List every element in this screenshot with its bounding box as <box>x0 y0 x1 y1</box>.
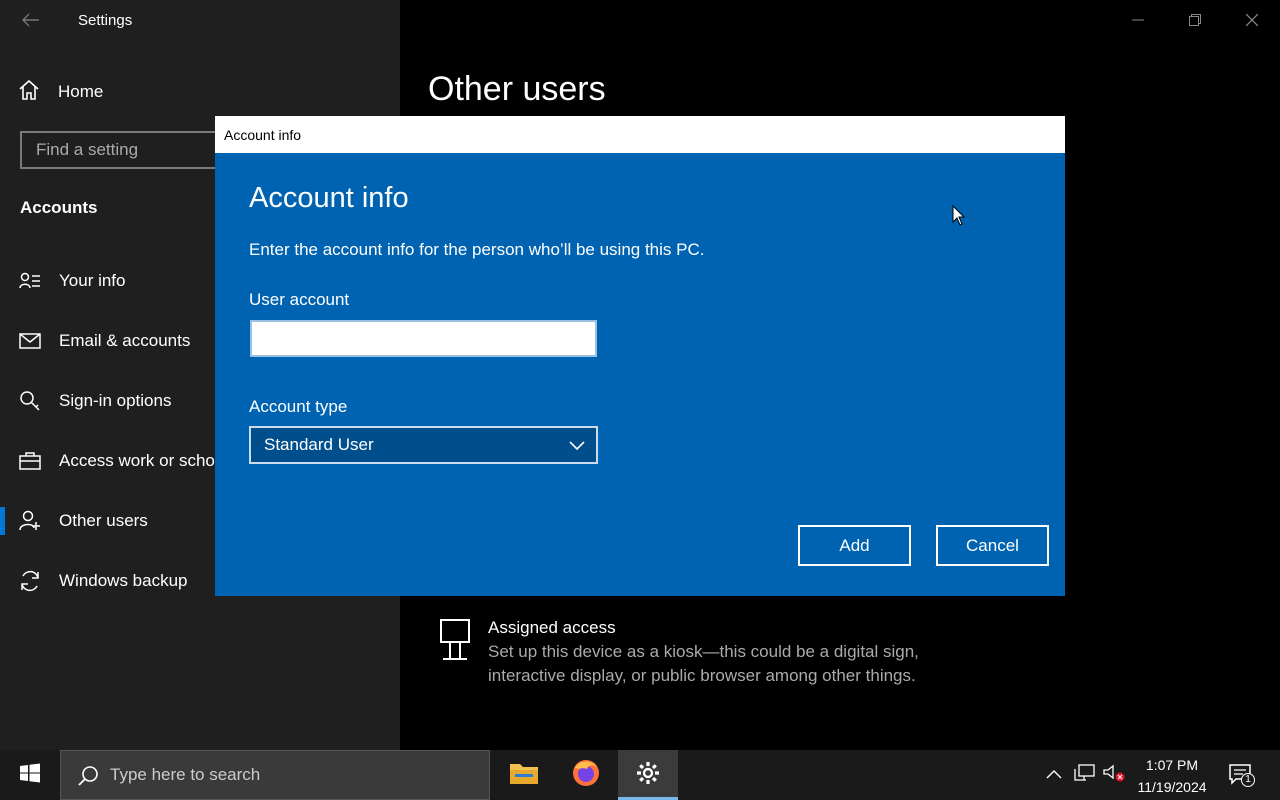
find-setting-input[interactable]: Find a setting <box>20 131 240 169</box>
sidebar-item-label: Other users <box>59 511 148 530</box>
person-add-icon <box>18 509 42 533</box>
home-icon <box>18 79 40 106</box>
action-center-button[interactable]: 1 <box>1224 750 1258 800</box>
mouse-cursor-icon <box>952 204 966 227</box>
briefcase-icon <box>18 449 42 473</box>
account-type-label: Account type <box>249 397 348 416</box>
taskbar-file-explorer[interactable] <box>494 750 554 800</box>
taskbar-search-placeholder: Type here to search <box>110 765 261 784</box>
gear-icon <box>635 760 661 791</box>
taskbar: Type here to search 1:07 PM 11/19/2024 1 <box>0 750 1280 800</box>
settings-window: Settings Home Find a setting Accounts Yo… <box>0 0 1280 750</box>
folder-icon <box>509 760 539 791</box>
restore-button[interactable] <box>1166 0 1223 40</box>
back-arrow-icon[interactable] <box>18 8 44 32</box>
account-type-select[interactable]: Standard User <box>249 426 598 464</box>
dialog-description: Enter the account info for the person wh… <box>249 240 705 259</box>
add-button[interactable]: Add <box>798 525 911 566</box>
sidebar-item-label: Windows backup <box>59 571 188 590</box>
assigned-access-title: Assigned access <box>488 618 616 637</box>
chevron-up-icon <box>1046 766 1062 784</box>
find-setting-placeholder: Find a setting <box>36 140 139 159</box>
minimize-button[interactable] <box>1109 0 1166 40</box>
nav-home-label: Home <box>58 82 104 101</box>
key-icon <box>18 389 42 413</box>
user-account-input[interactable] <box>250 320 597 357</box>
start-button[interactable] <box>0 750 60 800</box>
volume-tray-button[interactable] <box>1101 750 1127 800</box>
chevron-down-icon <box>568 437 586 453</box>
network-icon <box>1074 763 1096 787</box>
page-title: Other users <box>428 70 606 108</box>
clock-time: 1:07 PM <box>1145 757 1199 773</box>
search-icon <box>77 765 99 787</box>
network-tray-button[interactable] <box>1072 750 1098 800</box>
close-button[interactable] <box>1223 0 1280 40</box>
taskbar-search-box[interactable]: Type here to search <box>60 750 490 800</box>
assigned-access-description: Set up this device as a kiosk—this could… <box>488 642 919 685</box>
show-hidden-icons-button[interactable] <box>1043 750 1065 800</box>
user-account-label: User account <box>249 290 350 309</box>
firefox-icon <box>571 758 601 793</box>
notification-icon: 1 <box>1228 763 1255 787</box>
window-controls <box>1109 0 1280 40</box>
clock-date: 11/19/2024 <box>1137 779 1207 795</box>
taskbar-clock[interactable]: 1:07 PM 11/19/2024 <box>1128 754 1216 798</box>
notification-count-badge: 1 <box>1241 773 1255 787</box>
taskbar-settings[interactable] <box>618 750 678 800</box>
taskbar-firefox[interactable] <box>556 750 616 800</box>
dialog-heading: Account info <box>249 182 409 214</box>
sidebar-item-label: Email & accounts <box>59 331 191 350</box>
mail-icon <box>18 329 42 353</box>
account-info-dialog: Account info Account info Enter the acco… <box>215 116 1065 596</box>
app-title: Settings <box>78 12 133 29</box>
nav-home[interactable]: Home <box>18 78 103 106</box>
dialog-titlebar: Account info <box>215 116 1065 153</box>
cancel-button[interactable]: Cancel <box>936 525 1049 566</box>
windows-logo-icon <box>20 763 40 788</box>
person-list-icon <box>18 269 42 293</box>
sidebar-item-label: Access work or school <box>59 451 229 470</box>
sync-icon <box>18 569 42 593</box>
volume-muted-icon <box>1102 763 1126 788</box>
sidebar-item-label: Sign-in options <box>59 391 172 410</box>
sidebar-item-label: Your info <box>59 271 126 290</box>
account-type-value: Standard User <box>264 435 374 454</box>
kiosk-icon <box>438 618 472 662</box>
section-title: Accounts <box>20 198 98 217</box>
